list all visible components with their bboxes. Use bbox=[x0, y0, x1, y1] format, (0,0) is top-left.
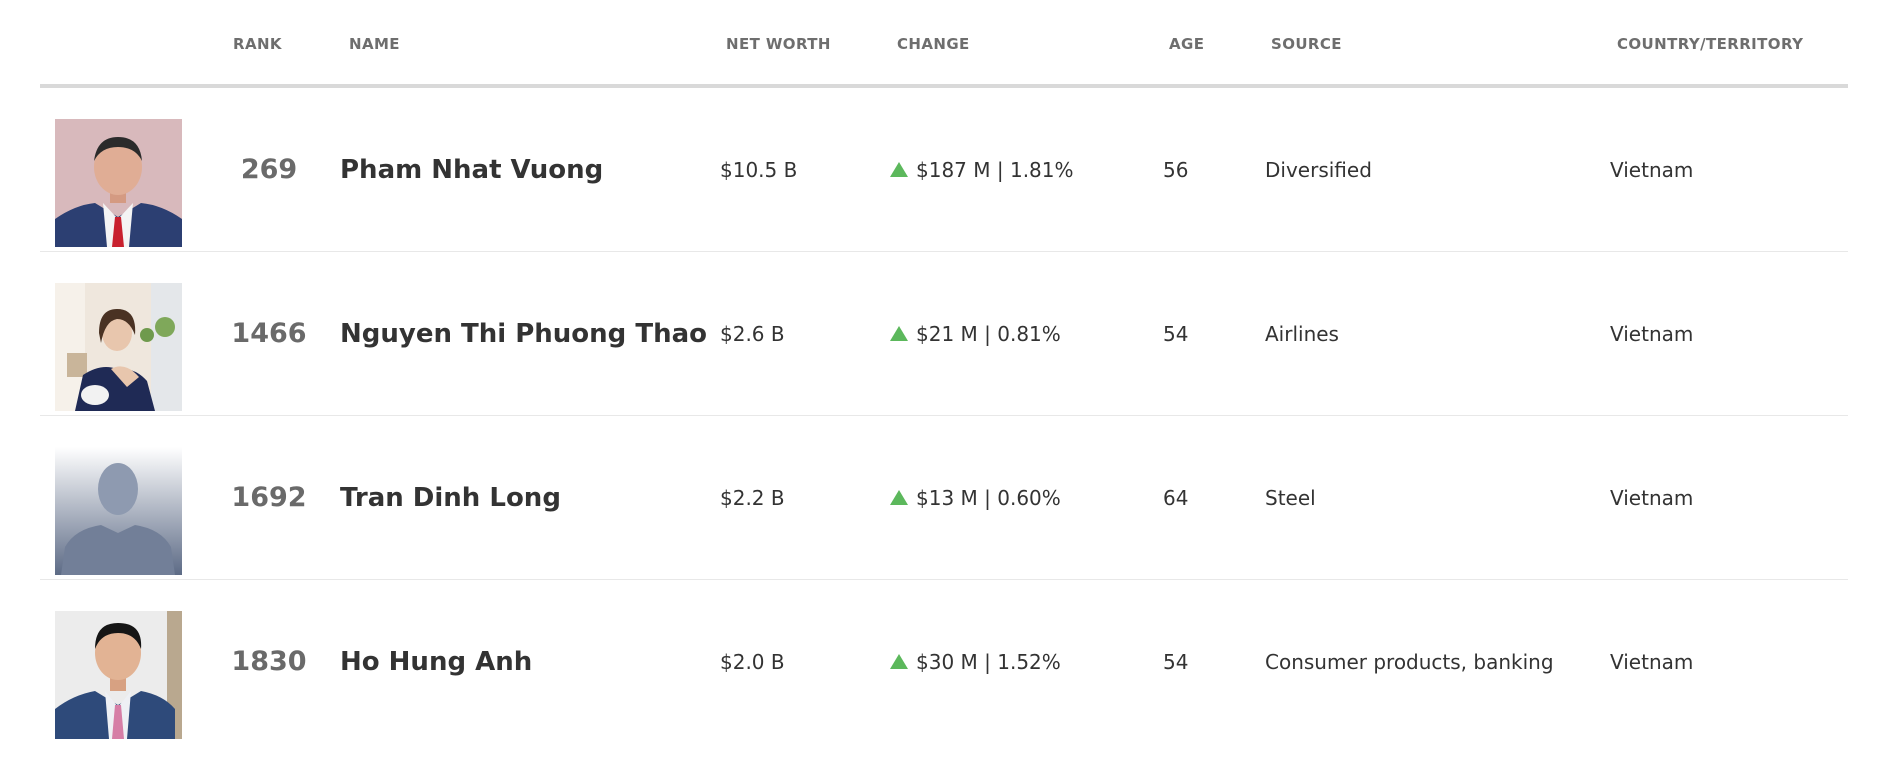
column-header-net-worth[interactable]: NET WORTH bbox=[726, 35, 831, 53]
age: 54 bbox=[1163, 649, 1189, 674]
change-value: $13 M | 0.60% bbox=[916, 485, 1061, 510]
triangle-up-icon bbox=[890, 326, 908, 341]
person-name-link[interactable]: Nguyen Thi Phuong Thao bbox=[340, 252, 707, 415]
profile-photo[interactable] bbox=[55, 119, 182, 247]
change-value: $21 M | 0.81% bbox=[916, 321, 1061, 346]
column-header-age[interactable]: AGE bbox=[1169, 35, 1204, 53]
profile-photo[interactable] bbox=[55, 611, 182, 739]
country: Vietnam bbox=[1610, 485, 1694, 510]
person-name-link[interactable]: Tran Dinh Long bbox=[340, 416, 561, 579]
change: $13 M | 0.60% bbox=[890, 416, 1061, 579]
column-header-rank[interactable]: RANK bbox=[233, 35, 282, 53]
column-header-source[interactable]: SOURCE bbox=[1271, 35, 1342, 53]
table-row[interactable]: 1830 Ho Hung Anh $2.0 B $30 M | 1.52% 54… bbox=[40, 580, 1848, 743]
column-header-name[interactable]: NAME bbox=[349, 35, 400, 53]
source: Steel bbox=[1265, 485, 1316, 510]
source: Airlines bbox=[1265, 321, 1339, 346]
table-header: RANK NAME NET WORTH CHANGE AGE SOURCE CO… bbox=[40, 0, 1848, 88]
net-worth: $10.5 B bbox=[720, 157, 798, 182]
column-header-country[interactable]: COUNTRY/TERRITORY bbox=[1617, 35, 1803, 53]
rank: 1466 bbox=[231, 318, 307, 349]
net-worth: $2.2 B bbox=[720, 485, 785, 510]
net-worth: $2.6 B bbox=[720, 321, 785, 346]
table-row[interactable]: 269 Pham Nhat Vuong $10.5 B $187 M | 1.8… bbox=[40, 88, 1848, 252]
change-value: $187 M | 1.81% bbox=[916, 157, 1074, 182]
triangle-up-icon bbox=[890, 490, 908, 505]
person-name-link[interactable]: Pham Nhat Vuong bbox=[340, 88, 603, 251]
table-row[interactable]: 1692 Tran Dinh Long $2.2 B $13 M | 0.60%… bbox=[40, 416, 1848, 580]
change: $30 M | 1.52% bbox=[890, 580, 1061, 743]
change-value: $30 M | 1.52% bbox=[916, 649, 1061, 674]
country: Vietnam bbox=[1610, 649, 1694, 674]
billionaires-table: RANK NAME NET WORTH CHANGE AGE SOURCE CO… bbox=[40, 0, 1848, 743]
table-row[interactable]: 1466 Nguyen Thi Phuong Thao $2.6 B $21 M… bbox=[40, 252, 1848, 416]
source: Diversified bbox=[1265, 157, 1372, 182]
profile-photo[interactable] bbox=[55, 447, 182, 575]
triangle-up-icon bbox=[890, 162, 908, 177]
net-worth: $2.0 B bbox=[720, 649, 785, 674]
triangle-up-icon bbox=[890, 654, 908, 669]
person-name-link[interactable]: Ho Hung Anh bbox=[340, 580, 532, 743]
country: Vietnam bbox=[1610, 157, 1694, 182]
rank: 269 bbox=[240, 154, 298, 185]
rank: 1830 bbox=[231, 646, 307, 677]
change: $187 M | 1.81% bbox=[890, 88, 1074, 251]
age: 56 bbox=[1163, 157, 1189, 182]
rank: 1692 bbox=[231, 482, 307, 513]
source: Consumer products, banking bbox=[1265, 649, 1554, 674]
change: $21 M | 0.81% bbox=[890, 252, 1061, 415]
age: 64 bbox=[1163, 485, 1189, 510]
column-header-change[interactable]: CHANGE bbox=[897, 35, 970, 53]
age: 54 bbox=[1163, 321, 1189, 346]
profile-photo[interactable] bbox=[55, 283, 182, 411]
country: Vietnam bbox=[1610, 321, 1694, 346]
